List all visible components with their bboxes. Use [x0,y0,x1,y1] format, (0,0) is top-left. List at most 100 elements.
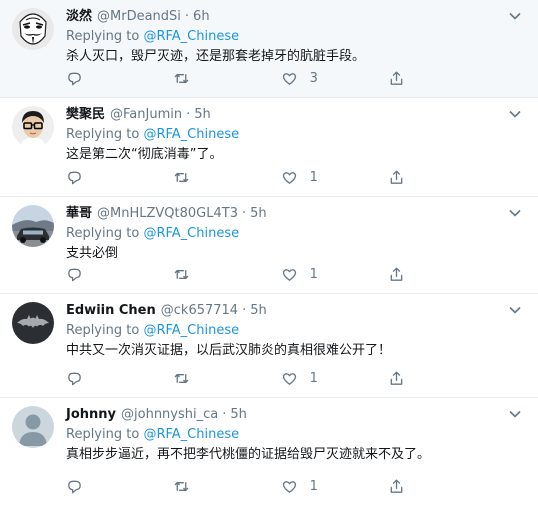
chevron-down-icon[interactable] [508,9,522,23]
action-bar: 3 [66,69,448,87]
action-bar: 1 [66,168,448,186]
tweet[interactable]: 淡然 @MrDeandSi · 6h Replying to @RFA_Chin… [0,0,538,98]
retweet-button[interactable] [173,477,233,495]
chevron-down-icon[interactable] [508,107,522,121]
tweet-text: 中共又一次消灭证据，以后武汉肺炎的真相很难公开了！ [66,343,392,358]
like-button[interactable]: 1 [281,168,341,186]
chevron-down-icon[interactable] [508,407,522,421]
display-name[interactable]: 華哥 [66,205,92,223]
user-handle[interactable]: @johnnyshi_ca [121,406,218,424]
retweet-button[interactable] [173,369,233,387]
replying-to: Replying to @RFA_Chinese [66,225,524,243]
user-handle[interactable]: @ck657714 [161,302,238,320]
reply-feed: 淡然 @MrDeandSi · 6h Replying to @RFA_Chin… [0,0,538,505]
timestamp[interactable]: 6h [193,8,210,26]
retweet-button[interactable] [173,168,233,186]
tweet[interactable]: 華哥 @MnHLZVQt80GL4T3 · 5h Replying to @RF… [0,197,538,294]
mention-link[interactable]: @RFA_Chinese [143,29,239,44]
car-photo-avatar[interactable] [12,205,54,247]
like-button[interactable]: 1 [281,477,341,495]
retweet-button[interactable] [173,69,233,87]
heart-icon [282,171,296,184]
replying-prefix: Replying to [66,127,140,142]
replying-to: Replying to @RFA_Chinese [66,28,524,46]
like-count: 1 [309,370,318,386]
replying-prefix: Replying to [66,427,140,442]
reply-button[interactable] [66,477,126,495]
mention-link[interactable]: @RFA_Chinese [143,127,239,142]
heart-icon [282,268,296,281]
chevron-down-icon[interactable] [508,206,522,220]
share-icon [390,267,403,281]
retweet-icon [175,73,189,83]
guy-fawkes-mask-avatar[interactable] [12,8,54,50]
separator-dot: · [242,303,247,318]
reply-icon [68,268,81,281]
like-button[interactable]: 3 [281,69,341,87]
mention-link[interactable]: @RFA_Chinese [143,226,239,241]
replying-prefix: Replying to [66,226,140,241]
reply-button[interactable] [66,69,126,87]
like-count: 1 [309,478,318,494]
mention-link[interactable]: @RFA_Chinese [143,323,239,338]
reply-button[interactable] [66,265,126,283]
share-button[interactable] [388,265,448,283]
display-name[interactable]: 淡然 [66,8,92,26]
display-name[interactable]: Edwiin Chen [66,302,156,320]
share-button[interactable] [388,168,448,186]
default-profile-avatar[interactable] [12,406,54,448]
mention-link[interactable]: @RFA_Chinese [143,427,239,442]
retweet-icon [175,481,189,491]
like-count: 1 [309,169,318,185]
tweet-header: 淡然 @MrDeandSi · 6h [66,8,524,26]
like-count: 1 [309,266,318,282]
display-name[interactable]: Johnny [66,406,116,424]
timestamp[interactable]: 5h [194,106,211,124]
retweet-icon [175,172,189,182]
tweet[interactable]: 樊聚民 @FanJumin · 5h Replying to @RFA_Chin… [0,98,538,197]
replying-prefix: Replying to [66,323,140,338]
user-handle[interactable]: @MnHLZVQt80GL4T3 [97,205,238,223]
action-bar: 1 [66,369,448,387]
heart-icon [282,72,296,85]
display-name[interactable]: 樊聚民 [66,106,105,124]
reply-button[interactable] [66,369,126,387]
share-button[interactable] [388,369,448,387]
share-icon [390,479,403,493]
reply-icon [68,480,81,493]
action-bar: 1 [66,265,448,283]
tweet-text: 这是第二次“彻底消毒”了。 [66,147,223,162]
like-button[interactable]: 1 [281,265,341,283]
share-icon [390,371,403,385]
share-button[interactable] [388,477,448,495]
timestamp[interactable]: 5h [230,406,247,424]
man-with-glasses-avatar[interactable] [12,106,54,148]
heart-icon [282,372,296,385]
tweet-header: Johnny @johnnyshi_ca · 5h [66,406,524,424]
share-button[interactable] [388,69,448,87]
retweet-icon [175,269,189,279]
chevron-down-icon[interactable] [508,303,522,317]
share-icon [390,170,403,184]
separator-dot: · [222,407,227,422]
tweet-text: 支共必倒 [66,246,119,261]
user-handle[interactable]: @MrDeandSi [97,8,181,26]
bat-logo-avatar[interactable] [12,302,54,344]
tweet-header: 華哥 @MnHLZVQt80GL4T3 · 5h [66,205,524,223]
reply-icon [68,171,81,184]
like-button[interactable]: 1 [281,369,341,387]
heart-icon [282,480,296,493]
separator-dot: · [186,107,191,122]
retweet-button[interactable] [173,265,233,283]
user-handle[interactable]: @FanJumin [110,106,182,124]
timestamp[interactable]: 5h [250,302,267,320]
reply-button[interactable] [66,168,126,186]
share-icon [390,71,403,85]
separator-dot: · [184,9,190,24]
tweet-text: 杀人灭口，毁尸灭迹，还是那套老掉牙的肮脏手段。 [66,49,366,64]
tweet[interactable]: Johnny @johnnyshi_ca · 5h Replying to @R… [0,398,538,505]
timestamp[interactable]: 5h [250,205,267,223]
replying-to: Replying to @RFA_Chinese [66,426,524,444]
tweet[interactable]: Edwiin Chen @ck657714 · 5h Replying to @… [0,294,538,398]
retweet-icon [175,373,189,383]
